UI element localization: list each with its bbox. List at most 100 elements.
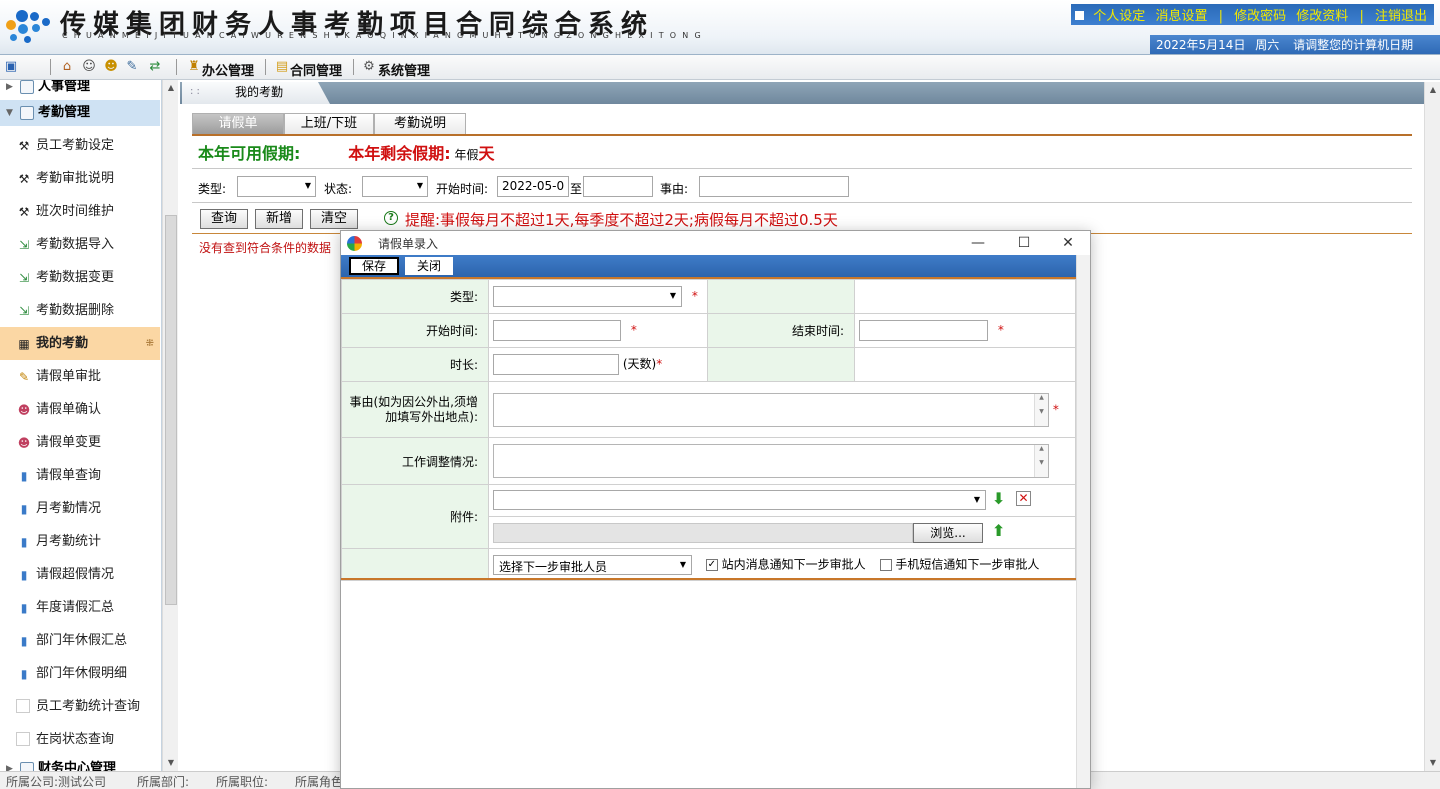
filter-end-date-input[interactable] bbox=[583, 176, 653, 197]
sidebar-item-dept-annual-summary[interactable]: ▮ 部门年休假汇总 bbox=[0, 624, 160, 657]
chevron-right-icon: ▶ bbox=[6, 764, 13, 771]
scroll-up-icon[interactable]: ▲ bbox=[1425, 82, 1440, 98]
link-message-settings[interactable]: 消息设置 bbox=[1155, 9, 1207, 24]
dialog-titlebar[interactable]: 请假单录入 — ☐ ✕ bbox=[341, 231, 1090, 255]
link-change-password[interactable]: 修改密码 bbox=[1234, 9, 1286, 24]
main-scrollbar[interactable]: ▲ ▼ bbox=[1424, 82, 1440, 771]
sidebar-item-label: 月考勤统计 bbox=[36, 534, 102, 549]
textarea-scrollbar[interactable]: ▲ ▼ bbox=[1034, 393, 1048, 426]
leave-form: 类型: ▼ * 开始时间: * 结束时间: * 时长: (天数)* 事由(如为因… bbox=[341, 279, 1076, 581]
link-edit-profile[interactable]: 修改资料 bbox=[1296, 9, 1348, 24]
bar-chart-icon: ▮ bbox=[20, 469, 28, 483]
link-logout[interactable]: 注销退出 bbox=[1375, 9, 1427, 24]
scroll-down-icon[interactable]: ▼ bbox=[163, 755, 179, 771]
sidebar-item-label: 考勤数据删除 bbox=[36, 303, 115, 318]
import-icon: ⇲ bbox=[18, 304, 30, 318]
sidebar-item-my-attendance[interactable]: ▦ 我的考勤 ⁜ bbox=[0, 327, 160, 360]
leave-type-select[interactable]: ▼ bbox=[493, 286, 682, 307]
attachment-label: 附件: bbox=[341, 484, 489, 549]
window-icon[interactable]: ▣ bbox=[3, 59, 19, 75]
upload-arrow-icon[interactable]: ⬆ bbox=[992, 521, 1005, 540]
sidebar-group-finance[interactable]: ▶ 财务中心管理 bbox=[0, 756, 160, 771]
sidebar-item-data-import[interactable]: ⇲ 考勤数据导入 bbox=[0, 228, 160, 261]
subtab-clock-in-out[interactable]: 上班/下班 bbox=[284, 113, 374, 135]
gear-icon: ⚙ bbox=[363, 59, 375, 74]
sidebar-item-leave-approval[interactable]: ✎ 请假单审批 bbox=[0, 360, 160, 393]
subtab-leave-form[interactable]: 请假单 bbox=[192, 113, 284, 135]
work-adjust-textarea[interactable]: ▲ ▼ bbox=[493, 444, 1049, 478]
close-icon[interactable]: ✕ bbox=[1053, 233, 1083, 253]
sidebar-item-leave-change[interactable]: ☻ 请假单变更 bbox=[0, 426, 160, 459]
required-mark: * bbox=[1052, 402, 1059, 416]
sidebar-item-onduty-query[interactable]: 在岗状态查询 bbox=[0, 723, 160, 756]
duration-input[interactable] bbox=[493, 354, 619, 375]
add-button[interactable]: 新增 bbox=[255, 209, 303, 229]
smiley-icon[interactable]: ☻ bbox=[103, 59, 119, 75]
top-links: 个人设定 消息设置 | 修改密码 修改资料 | 注销退出 bbox=[1071, 4, 1434, 25]
sidebar-item-attendance-settings[interactable]: ⚒ 员工考勤设定 bbox=[0, 129, 160, 162]
sidebar-group-hr[interactable]: ▶ 人事管理 bbox=[0, 80, 160, 100]
filter-start-date-input[interactable]: 2022-05-0 bbox=[497, 176, 569, 197]
scrollbar-thumb[interactable] bbox=[165, 215, 177, 605]
delete-icon[interactable]: ✕ bbox=[1016, 491, 1031, 506]
dialog-title: 请假单录入 bbox=[378, 237, 439, 251]
subtab-attendance-notes[interactable]: 考勤说明 bbox=[374, 113, 466, 135]
bar-chart-icon: ▮ bbox=[20, 568, 28, 582]
sidebar-item-leave-query[interactable]: ▮ 请假单查询 bbox=[0, 459, 160, 492]
sidebar-item-overtime-leave[interactable]: ▮ 请假超假情况 bbox=[0, 558, 160, 591]
exchange-icon[interactable]: ⇄ bbox=[147, 59, 163, 75]
sidebar-item-employee-stats-query[interactable]: 员工考勤统计查询 bbox=[0, 690, 160, 723]
filter-status-select[interactable]: ▼ bbox=[362, 176, 428, 197]
sidebar-item-data-change[interactable]: ⇲ 考勤数据变更 bbox=[0, 261, 160, 294]
notify-internal-checkbox[interactable]: ✓ bbox=[705, 558, 718, 571]
clear-button[interactable]: 清空 bbox=[310, 209, 358, 229]
notify-sms-checkbox[interactable] bbox=[879, 558, 892, 571]
maximize-icon[interactable]: ☐ bbox=[1009, 233, 1039, 253]
blank-page-icon bbox=[16, 699, 30, 713]
menu-system[interactable]: 系统管理 bbox=[378, 60, 430, 79]
sidebar-item-annual-summary[interactable]: ▮ 年度请假汇总 bbox=[0, 591, 160, 624]
file-path-input[interactable] bbox=[493, 523, 913, 543]
query-button[interactable]: 查询 bbox=[200, 209, 248, 229]
dialog-scrollbar[interactable] bbox=[1076, 255, 1090, 788]
approver-select[interactable]: 选择下一步审批人员 ▼ bbox=[493, 554, 692, 575]
minimize-icon[interactable]: — bbox=[963, 233, 993, 253]
sidebar-scrollbar[interactable]: ▲ ▼ bbox=[162, 80, 178, 771]
scroll-up-icon[interactable]: ▲ bbox=[163, 80, 179, 96]
tab-my-attendance[interactable]: : : 我的考勤 bbox=[182, 82, 330, 104]
sidebar-item-shift-maintenance[interactable]: ⚒ 班次时间维护 bbox=[0, 195, 160, 228]
sidebar-item-leave-confirm[interactable]: ☻ 请假单确认 bbox=[0, 393, 160, 426]
type-label: 类型: bbox=[341, 279, 489, 314]
home-icon[interactable]: ⌂ bbox=[59, 59, 75, 75]
edit-icon[interactable]: ✎ bbox=[124, 59, 140, 75]
chevron-down-icon: ▼ bbox=[6, 108, 13, 118]
sidebar-item-data-delete[interactable]: ⇲ 考勤数据删除 bbox=[0, 294, 160, 327]
menu-office[interactable]: 办公管理 bbox=[202, 60, 254, 79]
reason-textarea[interactable]: ▲ ▼ bbox=[493, 392, 1049, 427]
start-time-input[interactable] bbox=[493, 320, 621, 341]
filter-reason-input[interactable] bbox=[699, 176, 849, 197]
chevron-down-icon: ▼ bbox=[416, 181, 423, 190]
user-icon[interactable]: ☺ bbox=[81, 59, 97, 75]
sidebar-item-dept-annual-detail[interactable]: ▮ 部门年休假明细 bbox=[0, 657, 160, 690]
scroll-down-icon[interactable]: ▼ bbox=[1425, 755, 1440, 771]
end-time-input[interactable] bbox=[859, 320, 988, 341]
blank-page-icon bbox=[16, 732, 30, 746]
sidebar-item-approval-notes[interactable]: ⚒ 考勤审批说明 bbox=[0, 162, 160, 195]
sidebar-item-monthly-status[interactable]: ▮ 月考勤情况 bbox=[0, 492, 160, 525]
save-button[interactable]: 保存 bbox=[349, 257, 399, 275]
close-button[interactable]: 关闭 bbox=[405, 257, 453, 275]
sidebar-group-attendance[interactable]: ▼ 考勤管理 bbox=[0, 100, 160, 126]
sidebar-item-monthly-stats[interactable]: ▮ 月考勤统计 bbox=[0, 525, 160, 558]
menu-contract[interactable]: 合同管理 bbox=[290, 60, 342, 79]
tools-icon: ⚒ bbox=[18, 139, 30, 153]
link-personal-settings[interactable]: 个人设定 bbox=[1093, 9, 1145, 24]
textarea-scrollbar[interactable]: ▲ ▼ bbox=[1034, 445, 1048, 477]
attachment-list-select[interactable]: ▼ bbox=[493, 490, 986, 510]
sidebar-item-label: 员工考勤统计查询 bbox=[36, 699, 141, 714]
empty-cell bbox=[854, 279, 1076, 314]
filter-type-select[interactable]: ▼ bbox=[237, 176, 316, 197]
required-mark: * bbox=[997, 323, 1004, 337]
download-arrow-icon[interactable]: ⬇ bbox=[992, 489, 1005, 508]
browse-button[interactable]: 浏览... bbox=[913, 523, 983, 543]
